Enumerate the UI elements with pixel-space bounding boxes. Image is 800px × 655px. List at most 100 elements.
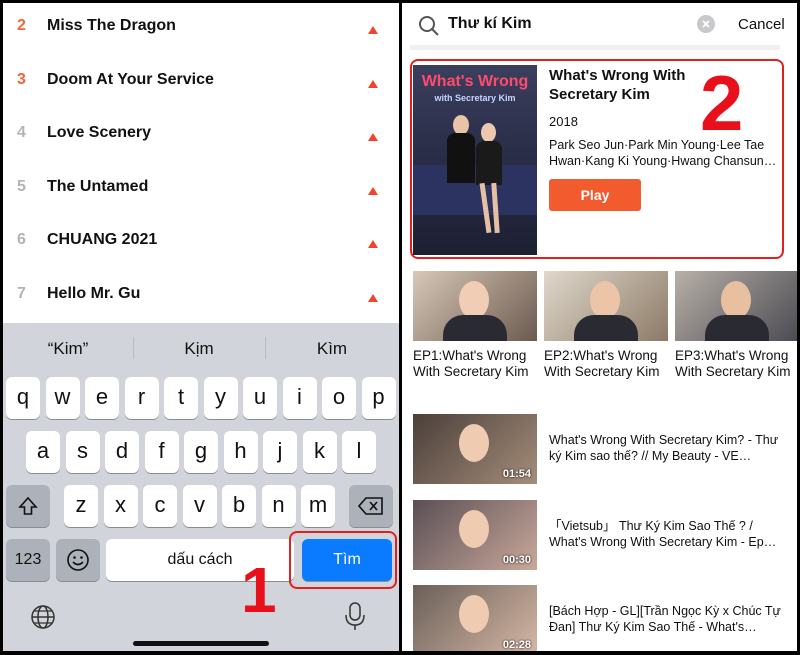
key-c[interactable]: c: [143, 485, 177, 527]
key-r[interactable]: r: [124, 377, 159, 419]
key-j[interactable]: j: [263, 431, 297, 473]
key-x[interactable]: x: [103, 485, 138, 527]
video-thumbnail[interactable]: 00:30: [413, 500, 537, 570]
episode-figure: [590, 281, 620, 319]
episode-thumbnail[interactable]: [675, 271, 797, 341]
key-n[interactable]: n: [261, 485, 296, 527]
video-figure: [459, 510, 489, 548]
episode-label[interactable]: EP1:What's Wrong With Secretary Kim: [413, 348, 539, 380]
rank-title: Hello Mr. Gu: [47, 284, 141, 302]
episode-figure: [721, 281, 751, 319]
rank-list-item[interactable]: 7 Hello Mr. Gu: [3, 271, 399, 324]
play-button[interactable]: Play: [549, 179, 641, 211]
episode-label[interactable]: EP3:What's Wrong With Secretary Kim: [675, 348, 797, 380]
rank-list-item[interactable]: 4 Love Scenery: [3, 110, 399, 163]
suggestion-2[interactable]: Kịm: [134, 339, 264, 359]
trend-up-icon: [368, 133, 378, 141]
video-title[interactable]: What's Wrong With Secretary Kim? - Thư k…: [549, 432, 784, 464]
episode-thumbnail[interactable]: [544, 271, 668, 341]
delete-key[interactable]: [349, 485, 393, 527]
episode-thumbnail[interactable]: [413, 271, 537, 341]
poster-figure: [481, 123, 496, 142]
key-g[interactable]: g: [184, 431, 218, 473]
shift-icon: [18, 496, 38, 515]
key-o[interactable]: o: [322, 377, 356, 419]
featured-poster[interactable]: What's Wrong with Secretary Kim: [413, 65, 537, 255]
microphone-icon[interactable]: [343, 601, 367, 631]
trend-up-icon: [368, 79, 378, 88]
suggestion-1[interactable]: “Kim”: [3, 339, 133, 359]
search-input[interactable]: Thư kí Kim: [448, 15, 532, 33]
episode-figure: [574, 315, 638, 341]
featured-cast: Park Seo Jun·Park Min Young·Lee Tae Hwan…: [549, 138, 777, 168]
video-duration: 01:54: [502, 468, 531, 480]
rank-list-item[interactable]: 3 Doom At Your Service: [3, 57, 399, 110]
video-title[interactable]: 「Vietsub」 Thư Ký Kim Sao Thế ? / What's …: [549, 518, 784, 550]
shift-key[interactable]: [6, 485, 50, 527]
key-l[interactable]: l: [342, 431, 376, 473]
featured-title[interactable]: What's Wrong With Secretary Kim: [549, 66, 719, 104]
trend-up-icon: [368, 26, 378, 34]
key-v[interactable]: v: [182, 485, 217, 527]
suggestion-3[interactable]: Kìm: [267, 339, 397, 359]
key-y[interactable]: y: [203, 377, 238, 419]
clear-icon[interactable]: [697, 15, 715, 33]
poster-sofa: [413, 165, 537, 215]
video-figure: [459, 424, 489, 462]
key-z[interactable]: z: [64, 485, 98, 527]
rank-title: Doom At Your Service: [47, 70, 214, 88]
video-duration: 02:28: [502, 639, 531, 651]
key-i[interactable]: i: [282, 377, 317, 419]
key-m[interactable]: m: [301, 485, 335, 527]
trend-up-icon: [368, 186, 378, 195]
video-duration: 00:30: [502, 554, 531, 566]
key-t[interactable]: t: [164, 377, 198, 419]
trend-up-icon: [368, 240, 378, 248]
emoji-key[interactable]: [56, 539, 100, 581]
rank-number: 4: [17, 124, 26, 141]
episode-label[interactable]: EP2:What's Wrong With Secretary Kim: [544, 348, 670, 380]
rank-list-item[interactable]: 6 CHUANG 2021: [3, 217, 399, 270]
rank-title: Miss The Dragon: [47, 17, 176, 34]
highlight-box-return: [289, 531, 397, 589]
video-title[interactable]: [Bách Hợp - GL][Trần Ngọc Kỳ x Chúc Tự Đ…: [549, 603, 784, 635]
key-e[interactable]: e: [85, 377, 119, 419]
divider: [410, 45, 780, 50]
numbers-key[interactable]: 123: [6, 539, 50, 581]
key-f[interactable]: f: [144, 431, 179, 473]
backspace-icon: [357, 497, 383, 515]
poster-title: What's Wrong: [421, 73, 529, 90]
key-a[interactable]: a: [26, 431, 60, 473]
key-b[interactable]: b: [222, 485, 256, 527]
featured-year: 2018: [549, 114, 578, 129]
rank-number: 7: [17, 284, 26, 302]
rank-title: Love Scenery: [47, 124, 152, 141]
video-thumbnail[interactable]: 01:54: [413, 414, 537, 484]
key-u[interactable]: u: [243, 377, 277, 419]
video-figure: [459, 595, 489, 633]
key-h[interactable]: h: [223, 431, 258, 473]
key-w[interactable]: w: [45, 377, 80, 419]
rank-number: 5: [17, 177, 26, 195]
home-indicator: [133, 641, 269, 646]
search-icon: [419, 16, 439, 36]
key-k[interactable]: k: [302, 431, 337, 473]
step-1-annotation: 1: [241, 554, 277, 626]
key-q[interactable]: q: [6, 377, 40, 419]
episode-figure: [459, 281, 489, 319]
key-s[interactable]: s: [65, 431, 100, 473]
trend-up-icon: [368, 293, 378, 302]
episode-figure: [705, 315, 769, 341]
rank-number: 6: [17, 231, 26, 248]
rank-list-item[interactable]: 2 Miss The Dragon: [3, 3, 399, 56]
rank-title: CHUANG 2021: [47, 231, 158, 248]
cancel-button[interactable]: Cancel: [738, 16, 785, 33]
right-screen: Thư kí Kim Cancel What's Wrong with Secr…: [402, 3, 797, 651]
key-p[interactable]: p: [361, 377, 396, 419]
key-d[interactable]: d: [105, 431, 139, 473]
video-thumbnail[interactable]: 02:28: [413, 585, 537, 651]
rank-list-item[interactable]: 5 The Untamed: [3, 164, 399, 217]
episode-figure: [443, 315, 507, 341]
suggestion-separator: [265, 337, 266, 359]
globe-icon[interactable]: [29, 603, 57, 631]
